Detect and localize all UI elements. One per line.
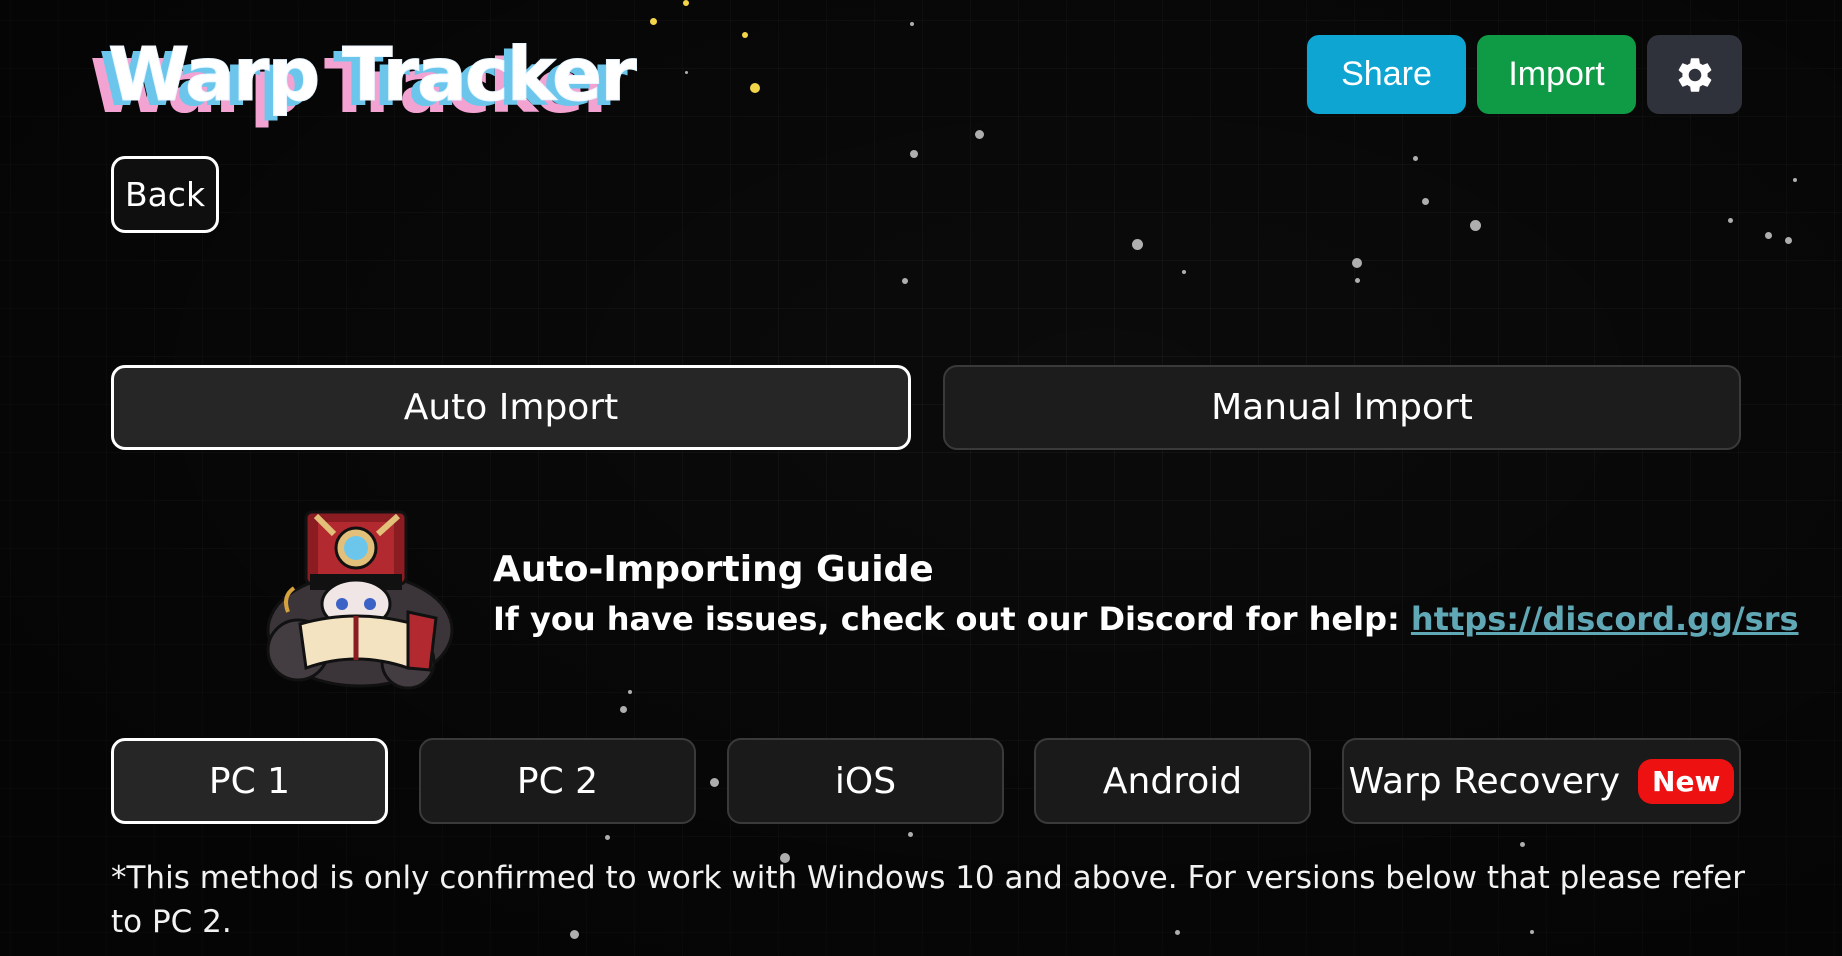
new-badge: New	[1638, 758, 1735, 804]
settings-button[interactable]	[1647, 35, 1742, 114]
tab-warp-recovery-label: Warp Recovery	[1348, 760, 1621, 802]
tab-android[interactable]: Android	[1034, 738, 1311, 824]
tab-manual-import[interactable]: Manual Import	[943, 365, 1741, 450]
tab-pc-2[interactable]: PC 2	[419, 738, 696, 824]
tab-ios[interactable]: iOS	[727, 738, 1004, 824]
windows-compat-note: *This method is only confirmed to work w…	[111, 860, 1745, 940]
logo-title: Warp Tracker	[108, 32, 638, 119]
import-button[interactable]: Import	[1477, 35, 1636, 114]
tab-warp-recovery[interactable]: Warp Recovery New	[1342, 738, 1741, 824]
tab-pc-2-label: PC 2	[516, 760, 599, 802]
tab-ios-label: iOS	[834, 760, 897, 802]
tab-android-label: Android	[1102, 760, 1243, 802]
share-button[interactable]: Share	[1307, 35, 1466, 114]
back-button[interactable]: Back	[111, 156, 219, 233]
tab-pc-1-label: PC 1	[208, 760, 291, 802]
guide-help-label: If you have issues, check out our Discor…	[493, 600, 1411, 638]
discord-link[interactable]: https://discord.gg/srs	[1411, 600, 1799, 638]
app-logo: Warp Tracker Warp Tracker Warp Tracker	[90, 30, 656, 131]
reading-mascot-image	[266, 510, 454, 690]
gear-icon	[1678, 57, 1711, 92]
tab-auto-import[interactable]: Auto Import	[111, 365, 911, 450]
tab-pc-1[interactable]: PC 1	[111, 738, 388, 824]
guide-title: Auto-Importing Guide	[493, 549, 934, 590]
guide-help-text: If you have issues, check out our Discor…	[493, 600, 1799, 638]
